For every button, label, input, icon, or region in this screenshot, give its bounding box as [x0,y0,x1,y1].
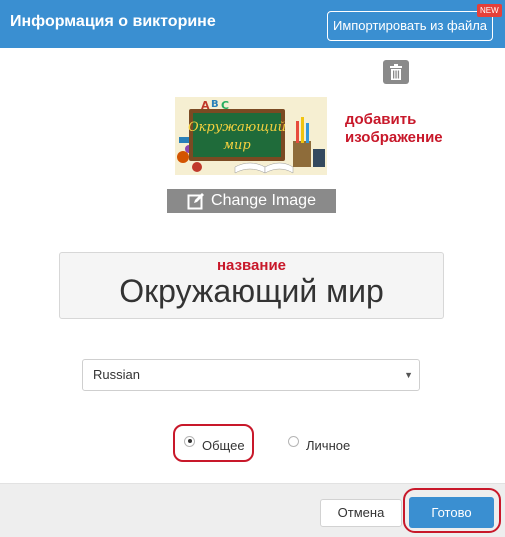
cancel-button[interactable]: Отмена [320,499,402,527]
change-image-button[interactable]: Change Image [167,189,336,213]
chalkboard-text-line2: мир [223,138,251,153]
dialog-header: Информация о викторине Импортировать из … [0,0,505,48]
change-image-label: Change Image [211,192,316,209]
dialog-title: Информация о викторине [10,13,216,30]
language-select-value: Russian [93,367,140,382]
quiz-title-value: Окружающий мир [119,273,384,309]
edit-icon [187,193,205,210]
title-annotation: название [216,257,287,274]
chalkboard-text-line1: Окружающий [188,120,286,135]
public-highlight-ring [173,424,254,462]
done-highlight-ring [403,488,501,533]
quiz-cover-image[interactable]: A B C Окружающий мир [175,97,327,175]
dropdown-arrow-icon: ▼ [404,370,413,380]
radio-private-dot[interactable] [288,435,299,447]
radio-private-label: Личное [306,437,351,453]
new-badge: NEW [477,4,502,17]
quiz-title-input[interactable]: название Окружающий мир [59,252,444,319]
svg-text:B: B [211,99,219,110]
trash-icon [390,64,402,80]
delete-image-button[interactable] [383,60,409,84]
radio-private[interactable]: Личное [288,430,350,460]
add-image-annotation: добавить изображение [345,111,443,146]
import-from-file-button[interactable]: Импортировать из файла [327,11,493,41]
language-select[interactable]: Russian ▼ [82,359,420,391]
